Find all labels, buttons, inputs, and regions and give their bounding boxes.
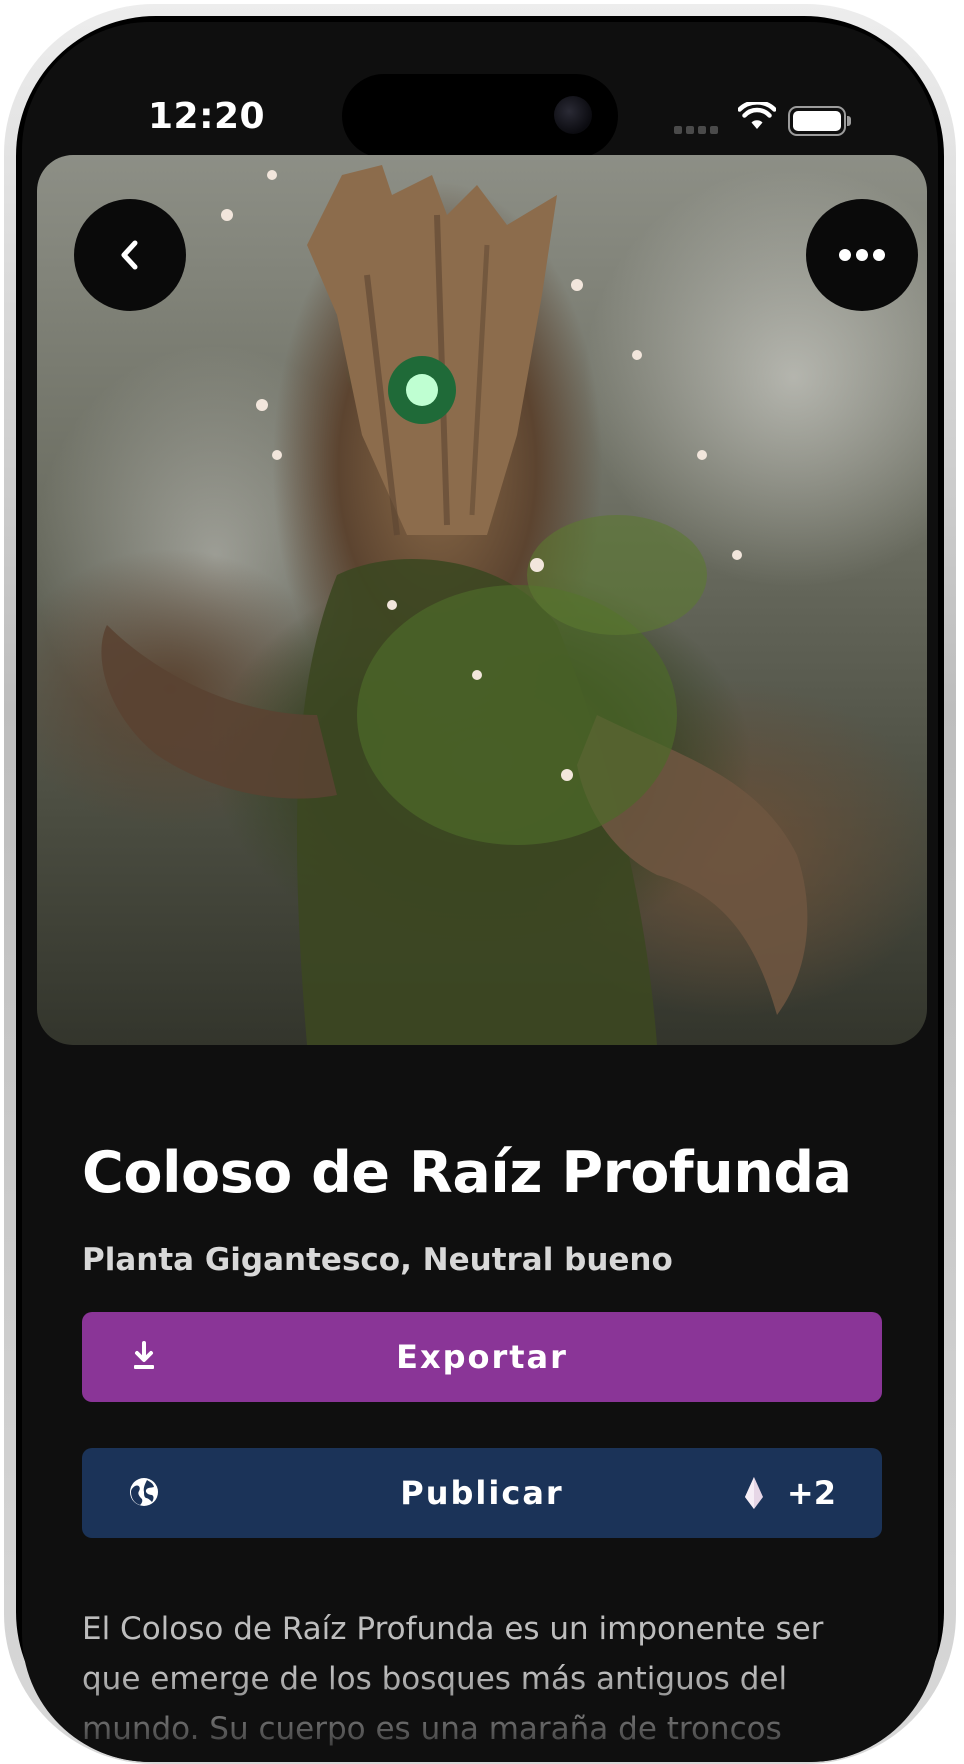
wifi-icon [738, 102, 776, 129]
dynamic-island [342, 74, 618, 158]
publish-label: Publicar [400, 1474, 564, 1512]
crystal-icon [744, 1477, 763, 1509]
camera-icon [554, 96, 592, 134]
publish-credit: +2 [743, 1448, 836, 1538]
chevron-left-icon [121, 240, 138, 270]
globe-icon [130, 1478, 158, 1506]
publish-button[interactable]: Publicar +2 [82, 1448, 882, 1538]
app-screen: 12:20 Coloso de Raíz Profunda Planta Gig… [22, 22, 938, 1762]
back-button[interactable] [74, 199, 186, 311]
battery-icon [788, 106, 851, 136]
creature-type: Planta Gigantesco, Neutral bueno [82, 1242, 673, 1278]
description-fade [22, 1672, 938, 1762]
export-label: Exportar [396, 1338, 568, 1376]
creature-name: Coloso de Raíz Profunda [82, 1140, 852, 1206]
export-button[interactable]: Exportar [82, 1312, 882, 1402]
creature-image [37, 155, 927, 1045]
publish-credit-value: +2 [786, 1474, 836, 1512]
more-horizontal-icon [839, 249, 885, 261]
cellular-signal-icon [674, 126, 718, 134]
more-options-button[interactable] [806, 199, 918, 311]
status-time: 12:20 [148, 96, 266, 137]
download-icon [134, 1341, 154, 1369]
